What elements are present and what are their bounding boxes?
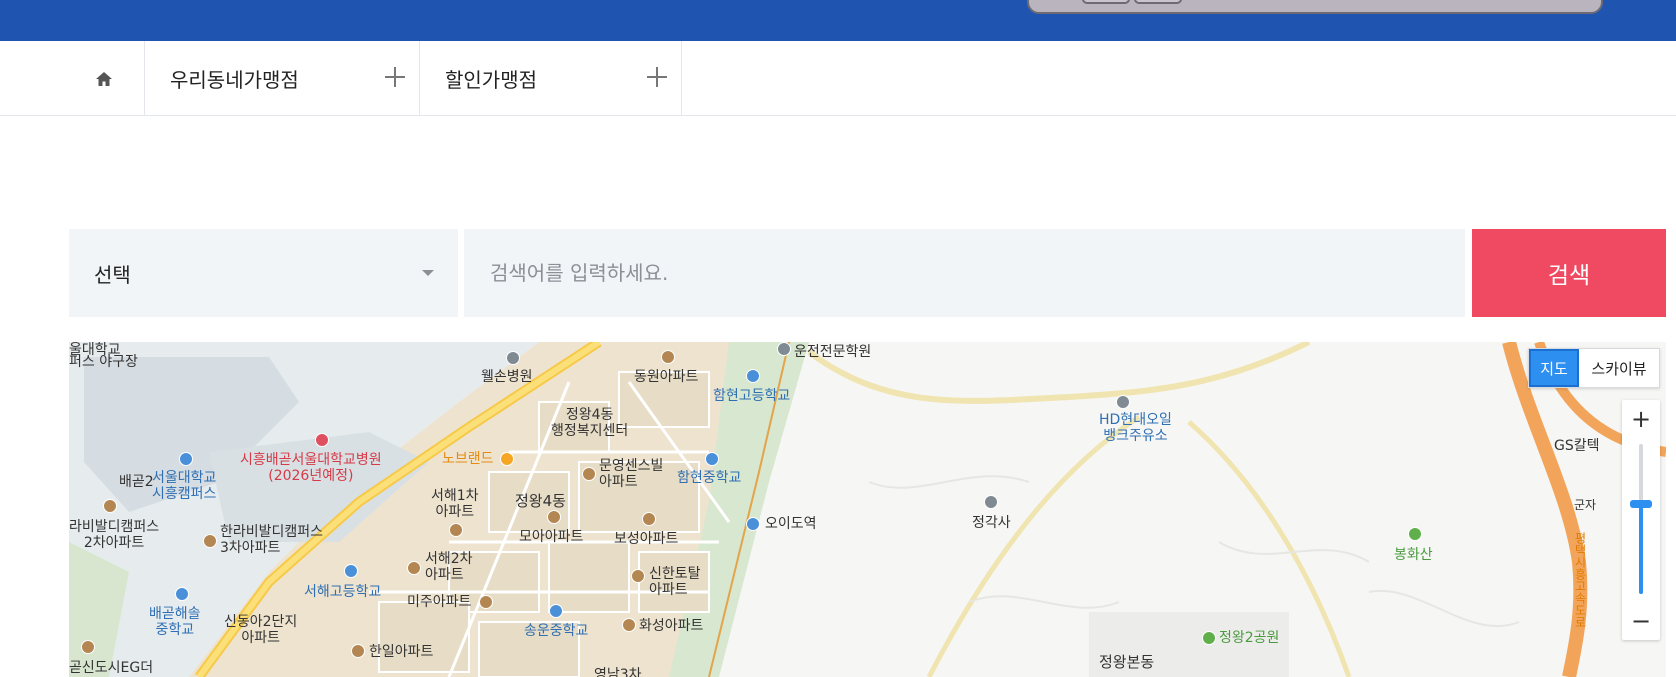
- apartment-icon: [642, 512, 656, 526]
- frame-button: [1134, 0, 1182, 4]
- school-icon: [179, 452, 193, 466]
- map-label-shinhan: 신한토탈 아파트: [649, 566, 701, 598]
- school-icon: [175, 587, 189, 601]
- map-label-noblend: 노브랜드: [442, 451, 494, 467]
- map-label-driving-school: 운전전문학원: [794, 344, 872, 360]
- map-label-songun: 송운중학교: [524, 623, 589, 639]
- map-label-seohae-high: 서해고등학교: [304, 584, 382, 600]
- map-label-dongwon: 동원아파트: [634, 369, 699, 385]
- map-label-munyeong: 문영센스빌 아파트: [599, 458, 664, 490]
- shop-icon: [500, 452, 514, 466]
- map-base-layer: [69, 342, 1666, 677]
- map-label-seohae2: 서해2차 아파트: [425, 551, 473, 583]
- map-view[interactable]: 웰손병원 울대학교 퍼스 야구장 동원아파트 함현고등학교 운전전문학원 HD현…: [69, 342, 1666, 677]
- map-label: 퍼스 야구장: [69, 354, 138, 370]
- school-icon: [746, 369, 760, 383]
- apartment-icon: [622, 618, 636, 632]
- tab-local-stores[interactable]: 우리동네가맹점: [145, 41, 420, 116]
- park-icon: [1202, 631, 1216, 645]
- map-label-jeongwang4-center: 정왕4동 행정복지센터: [551, 407, 629, 439]
- map-label-hamhyeon-high: 함현고등학교: [713, 388, 791, 404]
- mountain-icon: [1408, 527, 1422, 541]
- zoom-slider-handle[interactable]: [1630, 500, 1652, 508]
- zoom-slider-fill: [1639, 504, 1643, 594]
- frame-button: [1082, 0, 1130, 4]
- apartment-icon: [582, 467, 596, 481]
- hospital-poi-icon: [506, 351, 520, 365]
- map-label-hanil: 한일아파트: [369, 644, 434, 660]
- map-label-expressway: 평택시흥고속도로: [1573, 532, 1587, 628]
- map-label-jeongwang4: 정왕4동: [515, 492, 566, 510]
- map-label-hanra3: 한라비발디캠퍼스 3차아파트: [220, 524, 324, 556]
- map-label-snu-campus: 서울대학교 시흥캠퍼스: [152, 470, 217, 502]
- school-icon: [705, 452, 719, 466]
- map-label-hyundai-oil: HD현대오일 뱅크주유소: [1099, 412, 1172, 444]
- map-label-seohae1: 서해1차 아파트: [431, 488, 479, 520]
- school-icon: [777, 342, 791, 356]
- hospital-icon: [315, 433, 329, 447]
- map-label-egd: 곧신도시EG더: [69, 660, 154, 676]
- apartment-icon: [661, 350, 675, 364]
- map-label-baegot-middle: 배곧해솔 중학교: [149, 606, 201, 638]
- search-input[interactable]: [464, 229, 1465, 317]
- apartment-icon: [203, 534, 217, 548]
- map-type-map-button[interactable]: 지도: [1529, 349, 1579, 387]
- map-label-baegot: 배곧2: [119, 474, 154, 490]
- map-label-shindong: 신동아2단지 아파트: [224, 614, 298, 646]
- top-header-bar: [0, 0, 1676, 41]
- map-label-bonghwasan: 봉화산: [1394, 547, 1433, 563]
- apartment-icon: [81, 640, 95, 654]
- map-label-hanra2: 라비발디캠퍼스 2차아파트: [69, 519, 160, 551]
- select-value: 선택: [94, 262, 131, 287]
- apartment-icon: [103, 499, 117, 513]
- map-label-wellson: 웰손병원: [481, 369, 533, 385]
- search-category-select[interactable]: 선택: [69, 229, 458, 317]
- search-button[interactable]: 검색: [1472, 229, 1666, 317]
- map-label-gs: GS칼텍: [1554, 438, 1600, 454]
- map-label-oido: 오이도역: [765, 516, 817, 532]
- zoom-in-button[interactable]: +: [1622, 400, 1660, 438]
- map-label-jeongwang2-park: 정왕2공원: [1219, 630, 1280, 646]
- tab-label: 우리동네가맹점: [170, 68, 299, 92]
- map-label-jeonggaksa: 정각사: [972, 515, 1011, 531]
- window-frame-decoration: [1027, 0, 1603, 14]
- map-type-skyview-button[interactable]: 스카이뷰: [1579, 349, 1659, 387]
- apartment-icon: [351, 644, 365, 658]
- apartment-icon: [449, 523, 463, 537]
- subway-icon: [746, 517, 760, 531]
- plus-icon[interactable]: [385, 67, 405, 87]
- map-label-hamhyeon-middle: 함현중학교: [677, 470, 742, 486]
- home-button[interactable]: [64, 41, 145, 116]
- map-label-hwaseong: 화성아파트: [639, 618, 704, 634]
- map-label-gunja: 군자: [1574, 498, 1597, 512]
- map-label-mijoo: 미주아파트: [407, 594, 472, 610]
- home-icon: [96, 71, 112, 86]
- map-label-jeongwang-bondong: 정왕본동: [1099, 653, 1155, 671]
- map-label-hospital: 시흥배곧서울대학교병원 (2026년예정): [240, 452, 382, 484]
- zoom-control: + −: [1622, 400, 1660, 640]
- temple-icon: [984, 495, 998, 509]
- plus-icon[interactable]: [647, 67, 667, 87]
- map-label-boseong: 보성아파트: [614, 531, 679, 547]
- map-label-yeongnam: 영남3차: [594, 667, 642, 677]
- tab-discount-stores[interactable]: 할인가맹점: [420, 41, 682, 116]
- map-type-toggle: 지도 스카이뷰: [1528, 348, 1660, 388]
- apartment-icon: [547, 510, 561, 524]
- apartment-icon: [631, 569, 645, 583]
- gas-station-icon: [1116, 395, 1130, 409]
- category-tab-nav: 우리동네가맹점 할인가맹점: [0, 41, 1676, 116]
- school-icon: [549, 604, 563, 618]
- zoom-out-button[interactable]: −: [1622, 602, 1660, 640]
- apartment-icon: [479, 595, 493, 609]
- chevron-down-icon: [422, 270, 434, 276]
- school-icon: [344, 564, 358, 578]
- apartment-icon: [407, 561, 421, 575]
- tab-label: 할인가맹점: [445, 68, 537, 92]
- map-label-moa: 모아아파트: [519, 529, 584, 545]
